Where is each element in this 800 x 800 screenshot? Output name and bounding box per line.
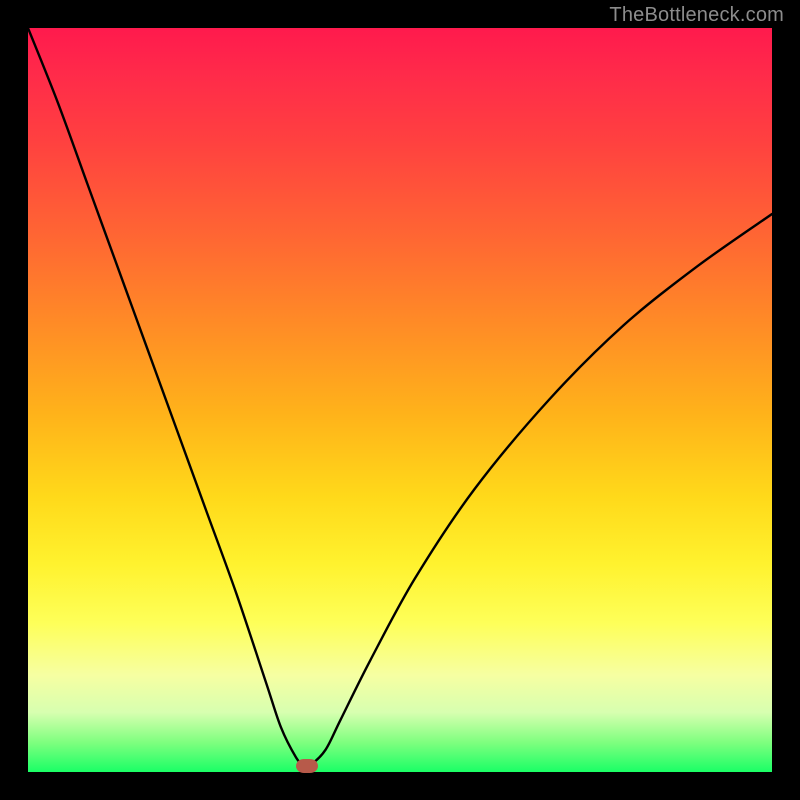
optimum-marker bbox=[296, 759, 318, 773]
bottleneck-curve bbox=[28, 28, 772, 772]
plot-area bbox=[28, 28, 772, 772]
watermark-text: TheBottleneck.com bbox=[609, 4, 784, 27]
chart-frame: TheBottleneck.com bbox=[0, 0, 800, 800]
